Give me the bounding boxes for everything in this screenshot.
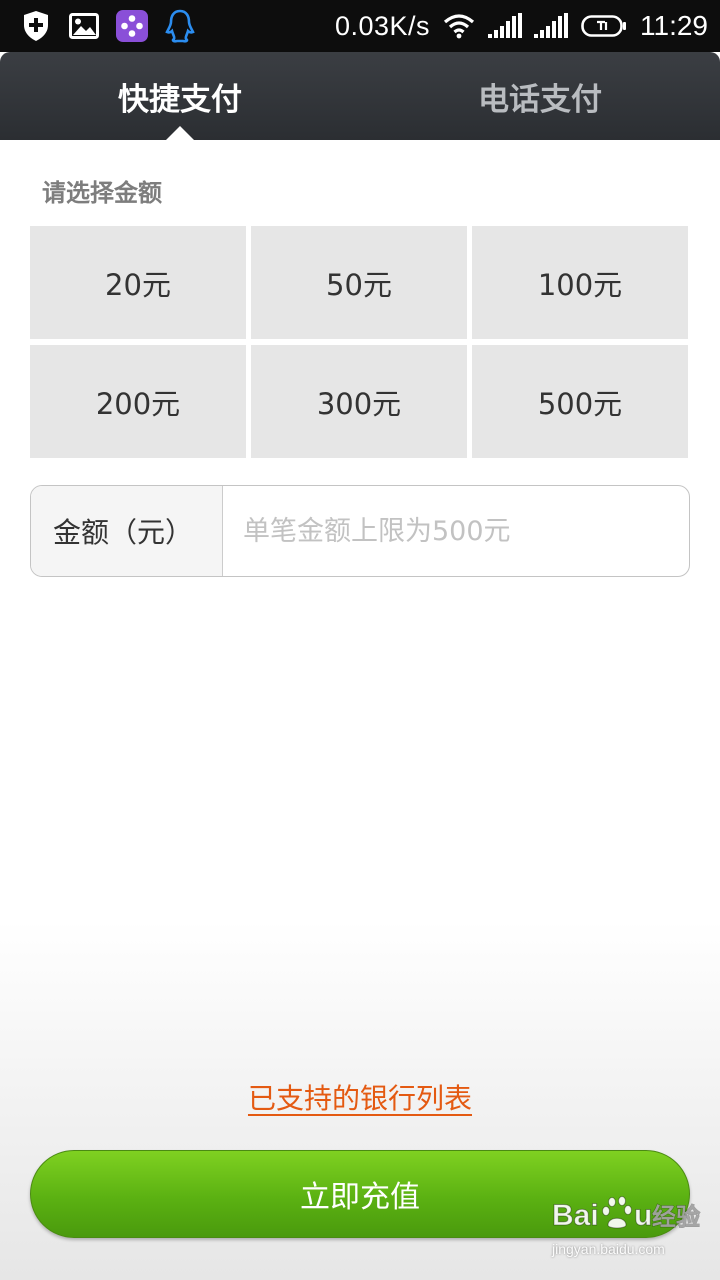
svg-text:Bai: Bai — [552, 1199, 599, 1232]
tab-phone-pay[interactable]: 电话支付 — [360, 52, 720, 140]
baidu-jingyan-watermark: Bai u 经验 jingyan.baidu.com — [550, 1193, 710, 1265]
wifi-icon — [442, 10, 476, 42]
watermark-url: jingyan.baidu.com — [552, 1241, 665, 1257]
amount-options-grid: 20元 50元 100元 200元 300元 500元 — [30, 226, 690, 458]
signal-icon — [488, 10, 522, 42]
battery-icon — [580, 10, 628, 42]
amount-option-200[interactable]: 200元 — [30, 345, 246, 458]
status-right-indicators: 0.03K/s 11:29 — [335, 8, 708, 44]
status-left-icons — [20, 9, 196, 43]
amount-option-300[interactable]: 300元 — [251, 345, 467, 458]
qq-penguin-icon — [164, 9, 196, 43]
gallery-icon — [68, 10, 100, 42]
shield-plus-icon — [20, 10, 52, 42]
supported-banks-link[interactable]: 已支持的银行列表 — [0, 1077, 720, 1117]
amount-option-100[interactable]: 100元 — [472, 226, 688, 339]
custom-amount-field: 金额（元） — [30, 485, 690, 577]
clock: 11:29 — [640, 10, 708, 41]
active-tab-indicator — [166, 126, 194, 140]
signal-icon — [534, 10, 568, 42]
payment-tab-bar: 快捷支付 电话支付 — [0, 52, 720, 140]
network-speed: 0.03K/s — [334, 10, 430, 41]
amount-option-500[interactable]: 500元 — [472, 345, 688, 458]
svg-text:u: u — [634, 1199, 652, 1232]
status-bar: 0.03K/s 11:29 — [0, 0, 720, 52]
baidu-jingyan-logo: Bai u 经验 — [552, 1196, 701, 1233]
amount-field-label: 金额（元） — [31, 486, 223, 576]
amount-section-label: 请选择金额 — [42, 179, 162, 207]
amount-input[interactable] — [223, 486, 689, 576]
game-pad-icon — [116, 10, 148, 42]
amount-option-20[interactable]: 20元 — [30, 226, 246, 339]
amount-option-50[interactable]: 50元 — [251, 226, 467, 339]
recharge-panel: 请选择金额 20元 50元 100元 200元 300元 500元 金额（元） … — [0, 140, 720, 1280]
svg-text:经验: 经验 — [652, 1203, 700, 1231]
